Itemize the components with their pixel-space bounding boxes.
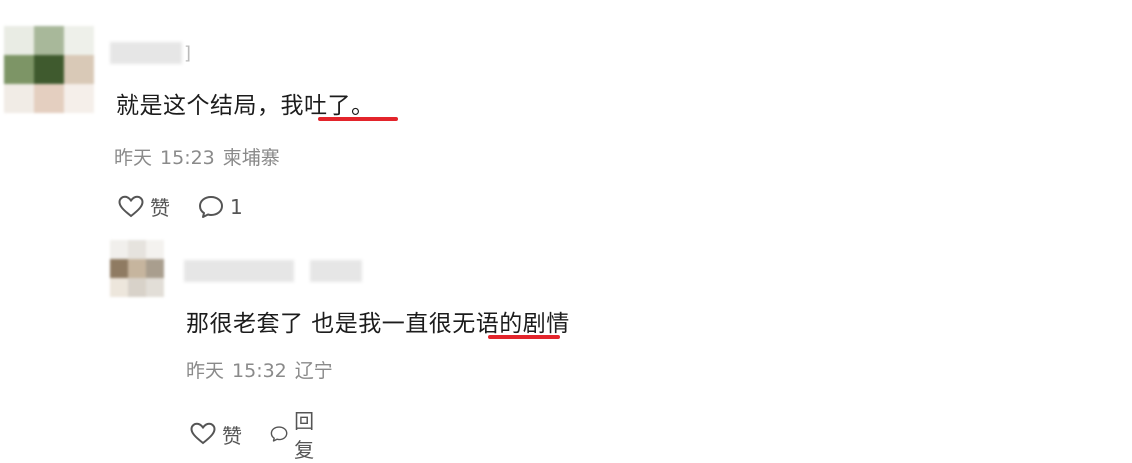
heart-icon [118,195,144,217]
comment-bubble-icon [270,426,288,442]
like-label: 赞 [222,423,242,448]
username-suffix: ] [184,42,192,64]
comment-meta: 昨天 15:32 辽宁 [186,356,341,383]
comment-text: 就是这个结局，我吐了。 [116,93,375,119]
comment-actions: 赞 1 [118,192,243,221]
like-button[interactable]: 赞 [190,420,242,449]
text-highlight-underline [488,335,560,339]
heart-icon [190,422,216,445]
comment-bubble-icon [199,195,223,218]
comment-time: 15:23 [160,147,215,169]
comment-text: 那很老套了 也是我一直很无语的剧情 [186,311,570,337]
reply-button[interactable]: 回复 [270,405,322,463]
comment-location: 柬埔寨 [222,147,280,169]
comment-date: 昨天 [114,147,153,169]
comment-location: 辽宁 [294,360,333,382]
like-button[interactable]: 赞 [118,192,170,221]
comment-date: 昨天 [186,360,225,382]
avatar[interactable] [110,240,164,297]
text-highlight-underline [318,117,398,121]
comment-time: 15:32 [232,360,287,382]
reply-count: 1 [230,194,243,219]
comment-meta: 昨天 15:23 柬埔寨 [114,143,288,170]
username[interactable]: ] [110,42,191,64]
reply-button[interactable]: 1 [198,195,243,219]
comment-actions: 赞 回复 [190,405,322,463]
username[interactable] [184,260,362,282]
avatar[interactable] [4,26,94,114]
reply-label: 回复 [294,409,315,462]
like-label: 赞 [150,196,170,220]
